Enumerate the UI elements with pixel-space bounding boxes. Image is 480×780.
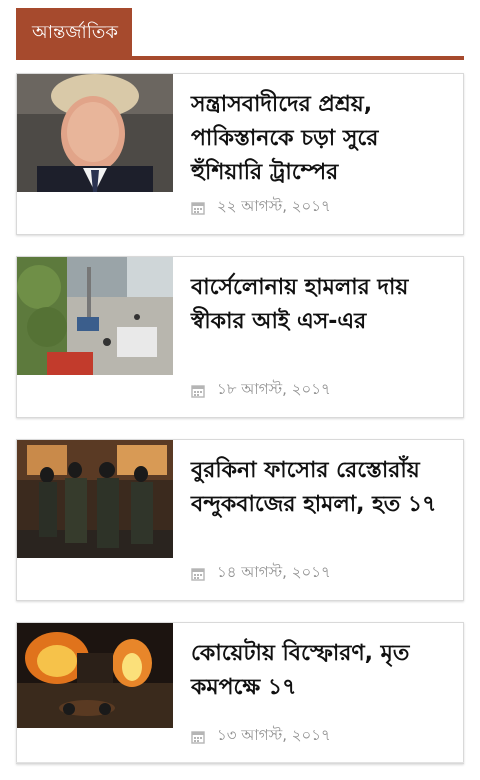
article-thumbnail[interactable] [17,257,173,375]
article-headline[interactable]: বুরকিনা ফাসোর রেস্তোরাঁয় বন্দুকবাজের হা… [191,454,453,522]
article-date: ১৩ আগস্ট, ২০১৭ [217,726,331,744]
news-page: আন্তর্জাতিক সন্ত্রাসবাদীদের প্রশ্রয়, পা… [0,0,480,780]
section-divider [16,56,464,60]
article-date: ১৮ আগস্ট, ২০১৭ [217,380,331,398]
calendar-icon [191,730,205,744]
section-header: আন্তর্জাতিক [16,0,464,60]
article-headline[interactable]: কোয়েটায় বিস্ফোরণ, মৃত কমপক্ষে ১৭ [191,637,453,705]
article-meta: ২২ আগস্ট, ২০১৭ [191,195,331,220]
article-thumbnail[interactable] [17,74,173,192]
article-card[interactable]: কোয়েটায় বিস্ফোরণ, মৃত কমপক্ষে ১৭ ১৩ আগ… [16,622,464,764]
article-headline[interactable]: সন্ত্রাসবাদীদের প্রশ্রয়, পাকিস্তানকে চড… [191,88,453,190]
calendar-icon [191,384,205,398]
article-meta: ১৩ আগস্ট, ২০১৭ [191,724,331,749]
article-date: ২২ আগস্ট, ২০১৭ [217,197,331,215]
article-card[interactable]: বুরকিনা ফাসোর রেস্তোরাঁয় বন্দুকবাজের হা… [16,439,464,601]
article-card[interactable]: বার্সেলোনায় হামলার দায় স্বীকার আই এস-এ… [16,256,464,418]
article-thumbnail[interactable] [17,623,173,728]
article-meta: ১৪ আগস্ট, ২০১৭ [191,561,331,586]
list-bottom-divider [16,762,464,763]
article-thumbnail[interactable] [17,440,173,558]
calendar-icon [191,201,205,215]
article-date: ১৪ আগস্ট, ২০১৭ [217,563,331,581]
article-card[interactable]: সন্ত্রাসবাদীদের প্রশ্রয়, পাকিস্তানকে চড… [16,73,464,235]
article-meta: ১৮ আগস্ট, ২০১৭ [191,378,331,403]
section-title[interactable]: আন্তর্জাতিক [16,8,132,58]
calendar-icon [191,567,205,581]
article-headline[interactable]: বার্সেলোনায় হামলার দায় স্বীকার আই এস-এ… [191,271,453,339]
article-list: সন্ত্রাসবাদীদের প্রশ্রয়, পাকিস্তানকে চড… [16,73,464,780]
